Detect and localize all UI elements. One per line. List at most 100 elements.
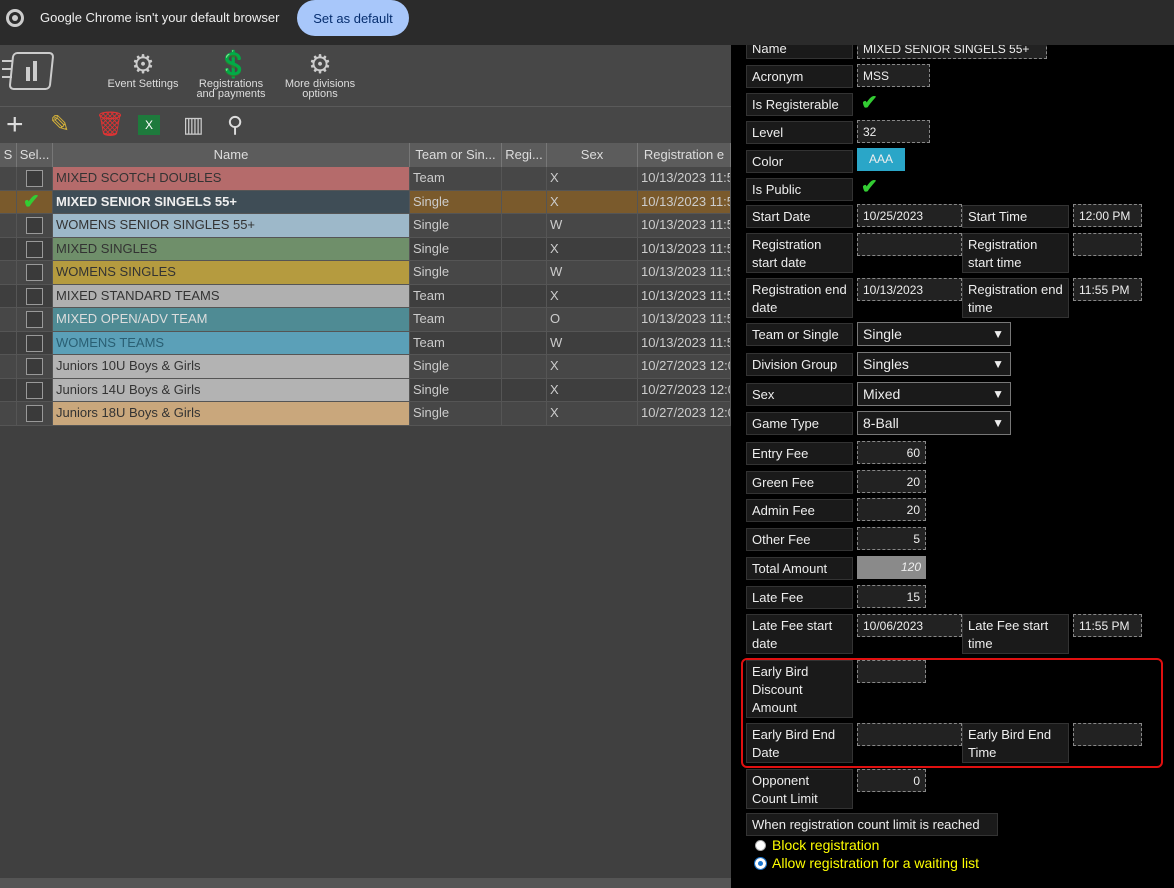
checkbox-icon[interactable] — [26, 334, 43, 352]
level-field[interactable]: 32 — [857, 120, 930, 143]
late-fee-start-time-field[interactable]: 11:55 PM — [1073, 614, 1142, 637]
start-time-field[interactable]: 12:00 PM — [1073, 204, 1142, 227]
waiting-list-option[interactable]: Allow registration for a waiting list — [754, 855, 979, 871]
header-registered[interactable]: Regi... — [502, 143, 547, 167]
event-settings-button[interactable]: ⚙ Event Settings — [106, 51, 180, 90]
division-name-cell[interactable]: WOMENS SINGLES — [53, 261, 410, 284]
checkbox-icon[interactable] — [26, 240, 43, 258]
sex-select[interactable]: Mixed ▼ — [857, 382, 1011, 406]
opponent-count-limit-field[interactable]: 0 — [857, 769, 926, 792]
late-fee-start-date-field[interactable]: 10/06/2023 — [857, 614, 962, 637]
other-fee-field[interactable]: 5 — [857, 527, 926, 550]
division-name-cell[interactable]: Juniors 18U Boys & Girls — [53, 402, 410, 425]
table-row[interactable]: MIXED OPEN/ADV TEAM Team O 10/13/2023 11:5 — [0, 308, 731, 332]
block-registration-label: Block registration — [772, 837, 880, 853]
table-row[interactable]: WOMENS SENIOR SINGLES 55+ Single W 10/13/20… — [0, 214, 731, 238]
row-select-cell[interactable] — [17, 284, 53, 307]
add-icon[interactable]: + — [6, 110, 24, 140]
division-name-cell[interactable]: WOMENS SENIOR SINGLES 55+ — [53, 214, 410, 237]
division-name-cell[interactable]: MIXED OPEN/ADV TEAM — [53, 308, 410, 331]
table-row[interactable]: MIXED SINGLES Single X 10/13/2023 11:5 — [0, 237, 731, 261]
radio-checked-icon[interactable] — [754, 857, 767, 870]
admin-fee-field[interactable]: 20 — [857, 498, 926, 521]
start-date-field[interactable]: 10/25/2023 — [857, 204, 962, 227]
search-icon[interactable]: ⚲ — [227, 111, 243, 139]
late-fee-field[interactable]: 15 — [857, 585, 926, 608]
registrations-button[interactable]: 💲 Registrations and payments — [192, 51, 270, 100]
table-row[interactable]: MIXED SCOTCH DOUBLES Team X 10/13/2023 11:5 — [0, 167, 731, 191]
division-name-cell[interactable]: Juniors 14U Boys & Girls — [53, 378, 410, 401]
division-name-cell[interactable]: MIXED SENIOR SINGELS 55+ — [53, 190, 410, 213]
entry-fee-field[interactable]: 60 — [857, 441, 926, 464]
is-public-checkbox[interactable]: ✔ — [861, 177, 878, 197]
row-select-cell[interactable] — [17, 167, 53, 190]
sex-cell: X — [547, 190, 638, 213]
table-row[interactable]: Juniors 14U Boys & Girls Single X 10/27/202… — [0, 378, 731, 402]
checkbox-icon[interactable] — [26, 217, 43, 234]
table-row[interactable]: ✔ MIXED SENIOR SINGELS 55+ Single X 10/13/20… — [0, 190, 731, 214]
sex-label: Sex — [746, 383, 853, 406]
late-fee-label: Late Fee — [746, 586, 853, 609]
row-select-cell[interactable] — [17, 331, 53, 354]
row-select-cell[interactable] — [17, 237, 53, 260]
header-select[interactable]: S — [0, 143, 17, 167]
registration-end-date-field[interactable]: 10/13/2023 — [857, 278, 962, 301]
checkbox-icon[interactable] — [26, 358, 43, 375]
color-field[interactable]: AAA — [857, 148, 905, 171]
row-gutter — [0, 237, 17, 260]
row-select-cell[interactable]: ✔ — [17, 190, 53, 213]
row-select-cell[interactable] — [17, 214, 53, 237]
checkbox-icon[interactable] — [26, 405, 43, 422]
columns-icon[interactable]: ▥ — [183, 111, 204, 139]
green-fee-field[interactable]: 20 — [857, 470, 926, 493]
division-group-select[interactable]: Singles ▼ — [857, 352, 1011, 376]
division-name-cell[interactable]: WOMENS TEAMS — [53, 331, 410, 354]
edit-icon[interactable]: ✎ — [50, 111, 70, 139]
header-name[interactable]: Name — [53, 143, 410, 167]
block-registration-option[interactable]: Block registration — [755, 837, 879, 853]
registered-cell — [502, 167, 547, 190]
registration-end-time-field[interactable]: 11:55 PM — [1073, 278, 1142, 301]
checkbox-icon[interactable] — [26, 264, 43, 281]
acronym-field[interactable]: MSS — [857, 64, 930, 87]
division-name-cell[interactable]: MIXED SCOTCH DOUBLES — [53, 167, 410, 190]
name-field[interactable]: MIXED SENIOR SINGELS 55+ — [857, 45, 1047, 59]
excel-icon[interactable]: X — [138, 115, 160, 135]
delete-icon[interactable]: 🗑 — [95, 111, 125, 139]
row-select-cell[interactable] — [17, 261, 53, 284]
game-type-select[interactable]: 8-Ball ▼ — [857, 411, 1011, 435]
header-sel[interactable]: Sel... — [17, 143, 53, 167]
checkbox-icon[interactable] — [26, 381, 43, 399]
division-name-cell[interactable]: MIXED STANDARD TEAMS — [53, 284, 410, 307]
header-sex[interactable]: Sex — [547, 143, 638, 167]
row-select-cell[interactable] — [17, 308, 53, 331]
registration-end-cell: 10/27/2023 12:0 — [638, 355, 731, 378]
header-team-or-single[interactable]: Team or Sin... — [410, 143, 502, 167]
row-select-cell[interactable] — [17, 378, 53, 401]
table-row[interactable]: Juniors 10U Boys & Girls Single X 10/27/202… — [0, 355, 731, 379]
registration-start-date-field[interactable] — [857, 233, 962, 256]
table-row[interactable]: WOMENS SINGLES Single W 10/13/2023 11:5 — [0, 261, 731, 285]
table-row[interactable]: MIXED STANDARD TEAMS Team X 10/13/2023 11:5 — [0, 284, 731, 308]
is-registerable-checkbox[interactable]: ✔ — [861, 93, 878, 113]
checkbox-checked-icon[interactable]: ✔ — [23, 192, 40, 212]
radio-unchecked-icon[interactable] — [755, 840, 766, 851]
division-name-cell[interactable]: Juniors 10U Boys & Girls — [53, 355, 410, 378]
registration-start-date-label: Registration start date — [746, 233, 853, 273]
more-divisions-button[interactable]: ⚙ More divisions options — [282, 51, 358, 100]
checkbox-icon[interactable] — [26, 311, 43, 328]
chrome-icon — [6, 9, 24, 27]
checkbox-icon[interactable] — [26, 170, 43, 187]
table-row[interactable]: Juniors 18U Boys & Girls Single X 10/27/202… — [0, 402, 731, 426]
team-or-single-select[interactable]: Single ▼ — [857, 322, 1011, 346]
header-registration-end[interactable]: Registration e — [638, 143, 731, 167]
checkbox-icon[interactable] — [26, 287, 43, 305]
row-select-cell[interactable] — [17, 402, 53, 425]
division-name-cell[interactable]: MIXED SINGLES — [53, 237, 410, 260]
grid-header: S Sel... Name Team or Sin... Regi... Sex… — [0, 143, 731, 167]
set-as-default-button[interactable]: Set as default — [297, 0, 409, 36]
registration-start-time-field[interactable] — [1073, 233, 1142, 256]
row-select-cell[interactable] — [17, 355, 53, 378]
horizontal-scrollbar[interactable] — [0, 878, 731, 888]
table-row[interactable]: WOMENS TEAMS Team W 10/13/2023 11:5 — [0, 331, 731, 355]
